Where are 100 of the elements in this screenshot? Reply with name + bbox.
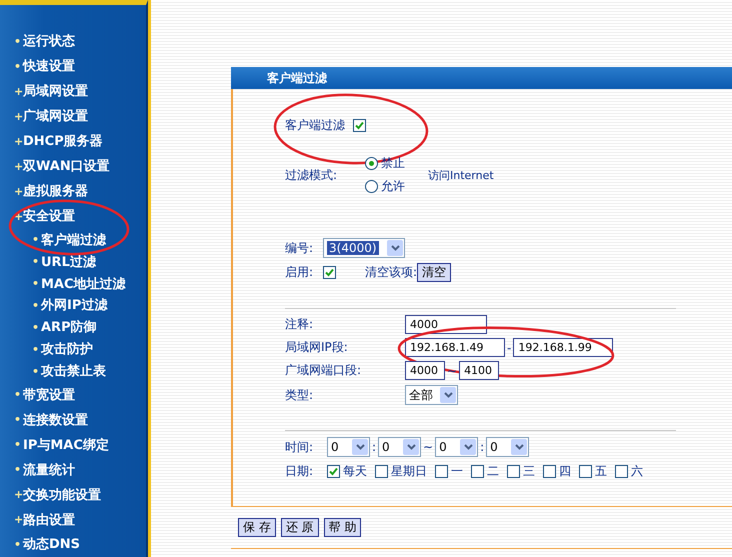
day-label: 一: [451, 462, 463, 480]
clear-button[interactable]: 清空: [417, 262, 452, 282]
dropdown[interactable]: 3(4000): [323, 238, 405, 258]
sidebar-item[interactable]: 快速设置: [23, 57, 75, 76]
bullet: •: [14, 538, 22, 551]
input-field[interactable]: 192.168.1.49: [405, 338, 505, 357]
bullet: +: [14, 110, 23, 123]
sidebar-item[interactable]: 路由设置: [23, 510, 75, 529]
checkbox[interactable]: [435, 464, 448, 478]
field-label: 注释:: [285, 316, 314, 333]
radio-label: 允许: [381, 178, 405, 195]
sidebar-item[interactable]: ARP防御: [41, 318, 97, 336]
sidebar-item[interactable]: 外网IP过滤: [41, 296, 108, 314]
sidebar-item[interactable]: 攻击禁止表: [41, 362, 106, 380]
checkbox[interactable]: [543, 464, 556, 478]
chevron-down-icon: [390, 245, 400, 251]
sidebar-item[interactable]: DHCP服务器: [23, 132, 103, 150]
radio-button[interactable]: [365, 157, 378, 170]
checkbox[interactable]: [615, 464, 628, 478]
day-label: 四: [559, 462, 571, 480]
bullet: •: [14, 438, 22, 452]
field-label: 日期:: [285, 462, 314, 480]
bullet: +: [14, 184, 23, 198]
sidebar-item[interactable]: 安全设置: [23, 207, 75, 226]
checkbox[interactable]: [579, 464, 592, 478]
bullet: +: [14, 513, 23, 526]
sidebar-item[interactable]: 流量统计: [23, 460, 75, 479]
sidebar-item[interactable]: 虚拟服务器: [23, 182, 88, 200]
action-button[interactable]: 还 原: [280, 518, 319, 537]
bullet: +: [14, 488, 23, 502]
sidebar-item[interactable]: 局域网设置: [23, 82, 88, 100]
bullet: •: [32, 364, 40, 378]
bullet: •: [14, 60, 22, 73]
bullet: +: [14, 134, 23, 148]
checkbox[interactable]: [327, 464, 340, 478]
checkbox[interactable]: [375, 464, 388, 478]
chevron-down-icon: [406, 444, 416, 450]
day-label: 星期日: [391, 462, 427, 480]
filter-mode-suffix: 访问Internet: [428, 168, 494, 182]
day-label: 每天: [343, 462, 367, 480]
chevron-down-icon: [514, 444, 524, 450]
field-label: 广域网端口段:: [285, 362, 362, 379]
sidebar-item[interactable]: 客户端过滤: [41, 230, 106, 249]
panel-title: 客户端过滤: [231, 67, 732, 89]
radio-button[interactable]: [365, 180, 378, 193]
sidebar-item[interactable]: 攻击防护: [41, 340, 93, 358]
input-field[interactable]: 192.168.1.99: [513, 338, 614, 357]
bullet: •: [14, 34, 22, 48]
sidebar-item[interactable]: 带宽设置: [23, 386, 75, 404]
chevron-down-icon: [464, 444, 473, 450]
time-separator: :: [372, 440, 376, 454]
sidebar-item[interactable]: 双WAN口设置: [23, 157, 110, 176]
check-icon: [329, 466, 338, 476]
dropdown[interactable]: 0: [327, 437, 370, 457]
bullet: •: [32, 342, 40, 356]
sidebar-item[interactable]: 动态DNS: [23, 535, 80, 554]
action-button[interactable]: 保 存: [238, 518, 276, 537]
bullet: •: [14, 388, 22, 402]
dropdown[interactable]: 0: [378, 437, 422, 457]
day-label: 五: [595, 462, 607, 480]
input-field[interactable]: 4000: [405, 315, 487, 334]
sidebar-item[interactable]: 连接数设置: [23, 410, 88, 429]
filter-label: 客户端过滤: [285, 116, 345, 134]
sidebar-item[interactable]: 交换功能设置: [23, 486, 101, 504]
dropdown[interactable]: 0: [486, 437, 530, 457]
field-label: 时间:: [285, 438, 314, 456]
field-label: 局域网IP段:: [285, 339, 349, 356]
sidebar-item[interactable]: 广域网设置: [23, 107, 88, 126]
sidebar-item[interactable]: MAC地址过滤: [41, 274, 126, 292]
time-separator: :: [480, 440, 484, 454]
checkbox[interactable]: [323, 266, 336, 278]
bullet: +: [14, 84, 23, 98]
field-label: 过滤模式:: [285, 166, 338, 184]
field-label: 清空该项:: [365, 264, 418, 280]
checkbox[interactable]: [507, 464, 520, 478]
checkbox[interactable]: [471, 464, 484, 478]
field-label: 编号:: [285, 240, 314, 256]
dropdown[interactable]: 全部: [405, 385, 458, 405]
bullet: •: [14, 463, 22, 476]
check-icon: [355, 120, 364, 130]
day-label: 六: [631, 462, 643, 480]
chevron-down-icon: [356, 444, 364, 450]
dropdown[interactable]: 0: [435, 437, 478, 457]
bullet: •: [32, 320, 40, 334]
bullet: •: [32, 233, 40, 246]
bullet: +: [14, 160, 23, 173]
sidebar-item[interactable]: 运行状态: [23, 32, 75, 50]
checkbox[interactable]: [353, 118, 366, 132]
time-separator: ~: [423, 440, 434, 454]
sidebar-item[interactable]: IP与MAC绑定: [23, 436, 109, 454]
bullet: •: [32, 277, 40, 290]
bullet: •: [32, 298, 40, 312]
input-field[interactable]: 4000: [405, 361, 445, 380]
sidebar-item[interactable]: URL过滤: [41, 252, 96, 271]
action-button[interactable]: 帮 助: [324, 518, 362, 537]
check-icon: [325, 268, 334, 276]
field-label: 启用:: [285, 264, 314, 280]
chevron-down-icon: [444, 392, 452, 398]
input-field[interactable]: 4100: [459, 361, 500, 380]
day-label: 二: [487, 462, 499, 480]
